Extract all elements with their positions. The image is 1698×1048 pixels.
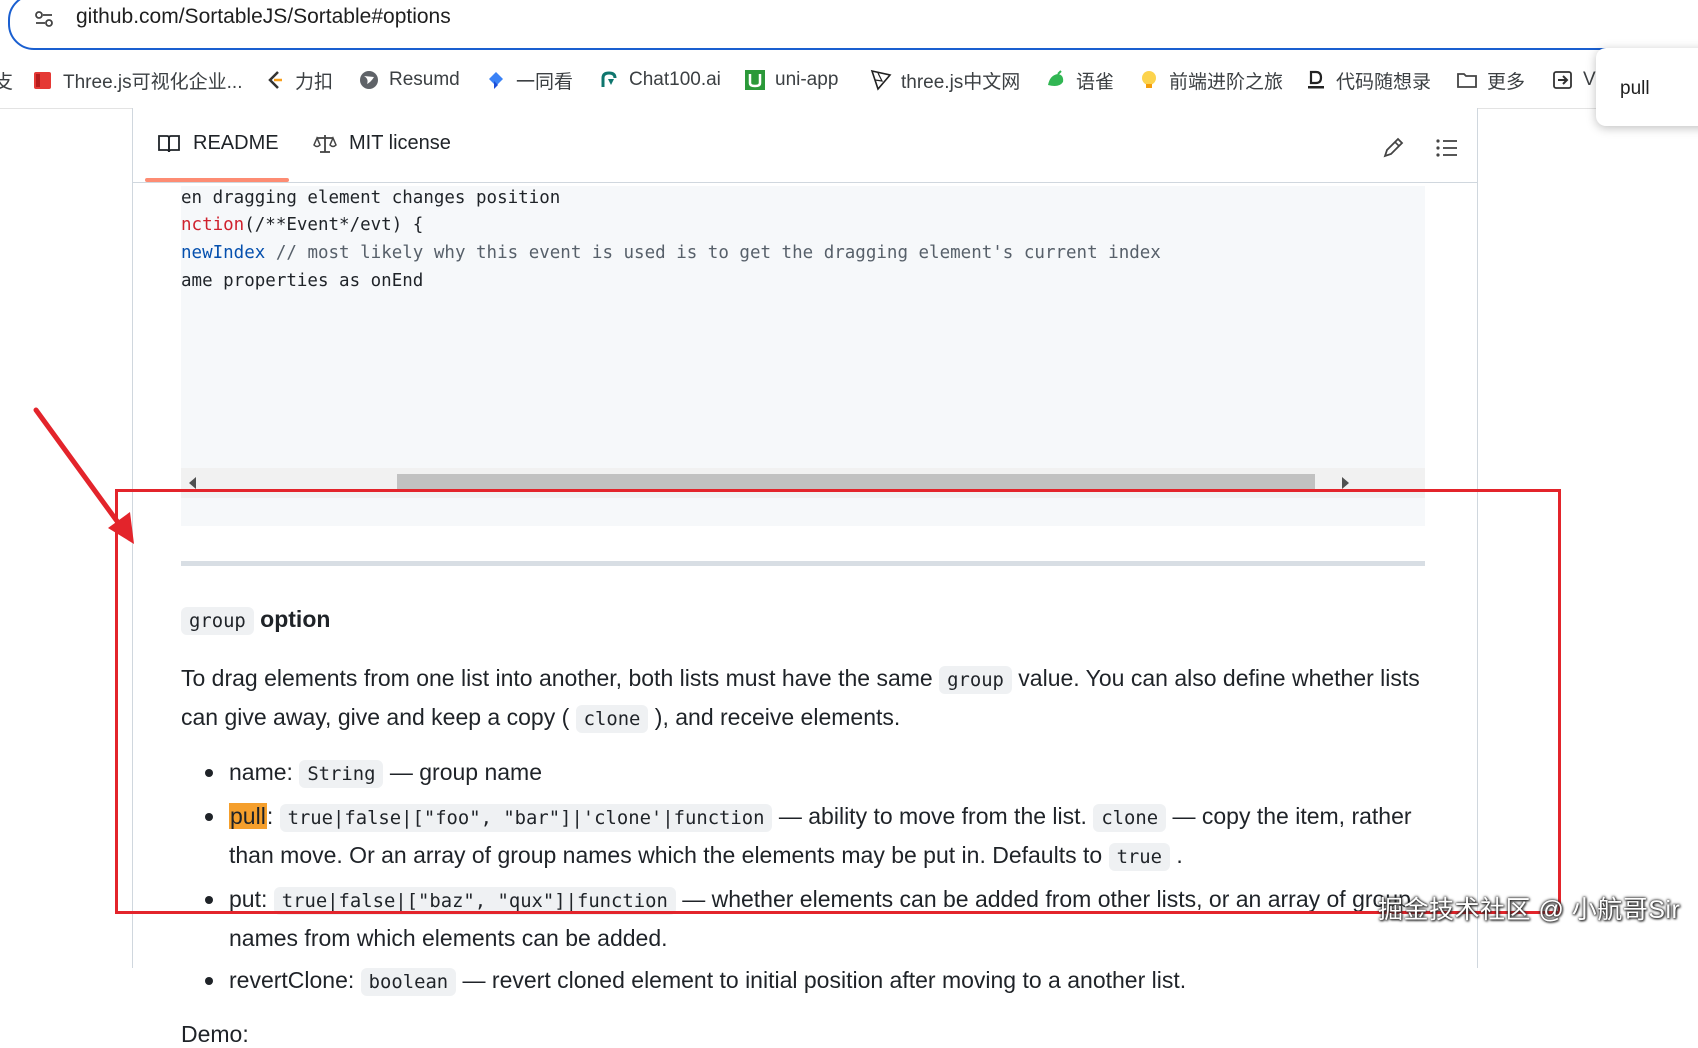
code-line: en dragging element changes position bbox=[181, 188, 561, 208]
scroll-right-arrow-icon[interactable] bbox=[1342, 477, 1349, 489]
outline-list-icon[interactable] bbox=[1433, 134, 1461, 162]
bookmark-item[interactable]: 更多 bbox=[1456, 67, 1525, 93]
bookmark-item[interactable]: 代码随想录 bbox=[1305, 67, 1431, 93]
chat-logo-icon bbox=[601, 71, 617, 87]
code-line: ame properties as onEnd bbox=[181, 271, 424, 291]
active-tab-indicator bbox=[145, 178, 289, 182]
tab-readme-label: README bbox=[193, 132, 279, 154]
bookmark-item[interactable]: 攴 bbox=[0, 67, 13, 93]
code-line: newIndex // most likely why this event i… bbox=[181, 243, 1161, 263]
bookmark-item[interactable]: V bbox=[1552, 67, 1596, 93]
code-block: en dragging element changes position nct… bbox=[181, 186, 1425, 526]
yuque-icon bbox=[1048, 70, 1064, 86]
tab-readme[interactable]: README bbox=[157, 132, 279, 155]
bulb-icon bbox=[1142, 71, 1156, 88]
find-popup-text: pull bbox=[1620, 78, 1650, 99]
bookmark-item[interactable]: Chat100.ai bbox=[598, 67, 721, 93]
bookmark-item[interactable]: 前端进阶之旅 bbox=[1138, 67, 1283, 93]
book-icon bbox=[158, 134, 180, 152]
tab-license[interactable]: MIT license bbox=[313, 132, 451, 155]
scroll-left-arrow-icon[interactable] bbox=[189, 477, 196, 489]
annotation-box bbox=[115, 489, 1561, 914]
bookmark-item[interactable]: 语雀 bbox=[1045, 67, 1114, 93]
readme-tabbar: README MIT license bbox=[133, 108, 1477, 183]
pencil-icon[interactable] bbox=[1379, 134, 1407, 162]
tab-license-label: MIT license bbox=[349, 132, 451, 154]
bookmark-item[interactable]: Resumd bbox=[358, 67, 460, 93]
bookmark-item[interactable]: 一同看 bbox=[485, 67, 573, 93]
url-text[interactable]: github.com/SortableJS/Sortable#options bbox=[76, 5, 451, 29]
site-info-icon[interactable] bbox=[34, 9, 54, 29]
find-popup[interactable]: pull bbox=[1596, 48, 1698, 126]
download-icon bbox=[1308, 70, 1324, 89]
list-item: revertClone: boolean — revert cloned ele… bbox=[181, 962, 1431, 1001]
watermark: 掘金技术社区 @ 小航哥Sir bbox=[1378, 896, 1681, 924]
bookmark-item[interactable]: uni-app bbox=[744, 67, 838, 93]
uniapp-icon bbox=[745, 70, 765, 90]
code-line: nction(/**Event*/evt) { bbox=[181, 215, 424, 235]
bookmark-item[interactable]: 力扣 bbox=[264, 67, 333, 93]
login-icon bbox=[1553, 71, 1572, 89]
bookmarks-bar: 攴 Three.js可视化企业... 力扣 Resumd 一同看 Chat100… bbox=[0, 54, 1698, 109]
address-bar[interactable]: github.com/SortableJS/Sortable#options bbox=[8, 0, 1698, 50]
law-scale-icon bbox=[313, 134, 337, 153]
demo-label: Demo: bbox=[181, 1021, 249, 1047]
bookmark-item[interactable]: Three.js可视化企业... bbox=[32, 67, 242, 93]
globe-icon bbox=[360, 71, 378, 89]
annotation-arrow-icon bbox=[33, 407, 134, 544]
red-book-icon bbox=[34, 72, 51, 89]
leetcode-icon bbox=[268, 71, 282, 89]
folder-icon bbox=[1457, 73, 1477, 88]
threejs-icon bbox=[870, 69, 892, 91]
blue-app-icon bbox=[489, 72, 503, 89]
bookmark-item[interactable]: three.js中文网 bbox=[870, 67, 1020, 93]
